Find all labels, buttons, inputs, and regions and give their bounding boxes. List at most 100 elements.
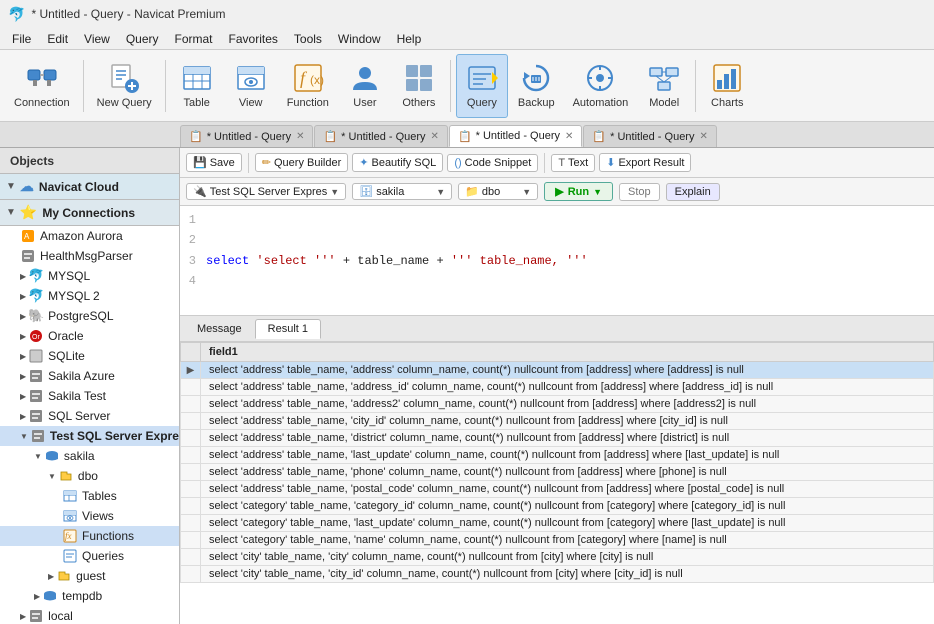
- table-row[interactable]: select 'address' table_name, 'last_updat…: [181, 447, 934, 464]
- toolbar-newquery-button[interactable]: New Query: [89, 54, 160, 118]
- beautify-sql-button[interactable]: ✦ Beautify SQL: [352, 153, 443, 172]
- sidebar-item-postgresql[interactable]: ▶ 🐘 PostgreSQL: [0, 306, 179, 326]
- tab-4-close[interactable]: ✕: [699, 131, 707, 142]
- navicat-cloud-header[interactable]: ▼ ☁ Navicat Cloud: [0, 174, 179, 200]
- model-label: Model: [649, 97, 679, 109]
- schema-dropdown-icon: ▼: [522, 187, 531, 197]
- toolbar-query-button[interactable]: Query: [456, 54, 508, 118]
- sidebar-item-mysql[interactable]: ▶ 🐬 MYSQL: [0, 266, 179, 286]
- sidebar-item-healthmsgparser[interactable]: HealthMsgParser: [0, 246, 179, 266]
- objects-tab-header[interactable]: Objects: [0, 148, 179, 174]
- code-snippet-button[interactable]: () Code Snippet: [447, 154, 538, 172]
- sidebar-item-mysql2[interactable]: ▶ 🐬 MYSQL 2: [0, 286, 179, 306]
- schema-selector[interactable]: 📁 dbo ▼: [458, 183, 538, 200]
- stop-button[interactable]: Stop: [619, 183, 660, 201]
- tab-3-close[interactable]: ✕: [565, 131, 573, 142]
- table-row[interactable]: select 'category' table_name, 'last_upda…: [181, 515, 934, 532]
- tab-2-close[interactable]: ✕: [431, 131, 439, 142]
- sidebar-item-tables[interactable]: Tables: [0, 486, 179, 506]
- local-icon: [28, 608, 44, 624]
- table-row[interactable]: select 'address' table_name, 'district' …: [181, 430, 934, 447]
- table-row[interactable]: select 'address' table_name, 'address2' …: [181, 396, 934, 413]
- toolbar-function-button[interactable]: f (x) Function: [279, 54, 337, 118]
- save-button[interactable]: 💾 Save: [186, 153, 242, 172]
- sidebar-item-oracle[interactable]: ▶ Or Oracle: [0, 326, 179, 346]
- sidebar-item-tempdb[interactable]: ▶ tempdb: [0, 586, 179, 606]
- svg-text:A: A: [24, 232, 30, 241]
- sidebar-item-sakila-test[interactable]: ▶ Sakila Test: [0, 386, 179, 406]
- my-connections-header[interactable]: ▼ ⭐ My Connections: [0, 200, 179, 226]
- chevron-right-pg-icon: ▶: [20, 312, 26, 321]
- sidebar-item-sql-server[interactable]: ▶ SQL Server: [0, 406, 179, 426]
- sidebar-item-test-sql-server[interactable]: ▼ Test SQL Server Express: [0, 426, 179, 446]
- row-arrow: [181, 447, 201, 464]
- sidebar-item-views[interactable]: Views: [0, 506, 179, 526]
- menu-edit[interactable]: Edit: [39, 30, 76, 48]
- code-editor[interactable]: 1 2 3 4 select 'select ''' + table_name …: [180, 206, 934, 316]
- query-builder-button[interactable]: ✏ Query Builder: [255, 153, 348, 172]
- result-table: field1 ▶select 'address' table_name, 'ad…: [180, 342, 934, 624]
- text-button[interactable]: T Text: [551, 154, 595, 172]
- explain-button[interactable]: Explain: [666, 183, 720, 201]
- mysql2-icon: 🐬: [28, 288, 44, 304]
- toolbar-model-button[interactable]: Model: [638, 54, 690, 118]
- sidebar-item-queries[interactable]: Queries: [0, 546, 179, 566]
- code-snippet-icon: (): [454, 157, 461, 169]
- row-arrow: [181, 566, 201, 583]
- run-label: Run: [568, 186, 589, 198]
- line-num-4: 4: [186, 271, 196, 291]
- table-row[interactable]: select 'address' table_name, 'phone' col…: [181, 464, 934, 481]
- result-tab-message[interactable]: Message: [184, 319, 255, 339]
- export-result-button[interactable]: ⬇ Export Result: [599, 153, 691, 172]
- table-row[interactable]: select 'category' table_name, 'category_…: [181, 498, 934, 515]
- table-row[interactable]: select 'city' table_name, 'city' column_…: [181, 549, 934, 566]
- connection-select-value: Test SQL Server Expres: [210, 186, 328, 198]
- table-row[interactable]: select 'address' table_name, 'city_id' c…: [181, 413, 934, 430]
- database-selector[interactable]: 🗄 sakila ▼: [352, 183, 452, 200]
- toolbar-user-button[interactable]: User: [339, 54, 391, 118]
- row-arrow: [181, 379, 201, 396]
- connection-selector[interactable]: 🔌 Test SQL Server Expres ▼: [186, 183, 346, 200]
- charts-icon: [711, 62, 743, 94]
- tab-1[interactable]: 📋 * Untitled - Query ✕: [180, 125, 313, 147]
- toolbar-sep-2: [544, 153, 545, 173]
- tab-4[interactable]: 📋 * Untitled - Query ✕: [583, 125, 716, 147]
- menu-help[interactable]: Help: [389, 30, 430, 48]
- table-row[interactable]: select 'address' table_name, 'address_id…: [181, 379, 934, 396]
- toolbar-view-button[interactable]: View: [225, 54, 277, 118]
- sidebar-item-functions[interactable]: fx Functions: [0, 526, 179, 546]
- sidebar-item-amazon-aurora[interactable]: A Amazon Aurora: [0, 226, 179, 246]
- tab-3[interactable]: 📋 * Untitled - Query ✕: [449, 125, 582, 147]
- sidebar-item-oracle-label: Oracle: [48, 329, 83, 343]
- menu-query[interactable]: Query: [118, 30, 167, 48]
- toolbar-backup-button[interactable]: Backup: [510, 54, 563, 118]
- toolbar-charts-button[interactable]: Charts: [701, 54, 753, 118]
- run-button[interactable]: ▶ Run ▼: [544, 182, 613, 201]
- toolbar-connection-button[interactable]: Connection: [6, 54, 78, 118]
- code-content[interactable]: select 'select ''' + table_name + ''' ta…: [206, 210, 928, 311]
- toolbar-others-button[interactable]: Others: [393, 54, 445, 118]
- sidebar-item-guest[interactable]: ▶ guest: [0, 566, 179, 586]
- tab-4-label: * Untitled - Query: [610, 131, 694, 143]
- table-row[interactable]: select 'city' table_name, 'city_id' colu…: [181, 566, 934, 583]
- toolbar-automation-button[interactable]: Automation: [565, 54, 637, 118]
- menu-view[interactable]: View: [76, 30, 118, 48]
- sidebar-item-sakila-test-label: Sakila Test: [48, 389, 106, 403]
- menu-favorites[interactable]: Favorites: [221, 30, 286, 48]
- sidebar-item-sqlite[interactable]: ▶ SQLite: [0, 346, 179, 366]
- sidebar-item-dbo[interactable]: ▼ dbo: [0, 466, 179, 486]
- sidebar-item-sakila-db[interactable]: ▼ sakila: [0, 446, 179, 466]
- sidebar-item-sakila-azure[interactable]: ▶ Sakila Azure: [0, 366, 179, 386]
- menu-format[interactable]: Format: [167, 30, 221, 48]
- table-row[interactable]: select 'category' table_name, 'name' col…: [181, 532, 934, 549]
- tab-1-close[interactable]: ✕: [296, 131, 304, 142]
- menu-file[interactable]: File: [4, 30, 39, 48]
- table-row[interactable]: ▶select 'address' table_name, 'address' …: [181, 362, 934, 379]
- table-row[interactable]: select 'address' table_name, 'postal_cod…: [181, 481, 934, 498]
- tab-2[interactable]: 📋 * Untitled - Query ✕: [314, 125, 447, 147]
- result-tab-result1[interactable]: Result 1: [255, 319, 321, 339]
- menu-tools[interactable]: Tools: [286, 30, 330, 48]
- toolbar-table-button[interactable]: Table: [171, 54, 223, 118]
- sidebar-item-local[interactable]: ▶ local: [0, 606, 179, 624]
- menu-window[interactable]: Window: [330, 30, 389, 48]
